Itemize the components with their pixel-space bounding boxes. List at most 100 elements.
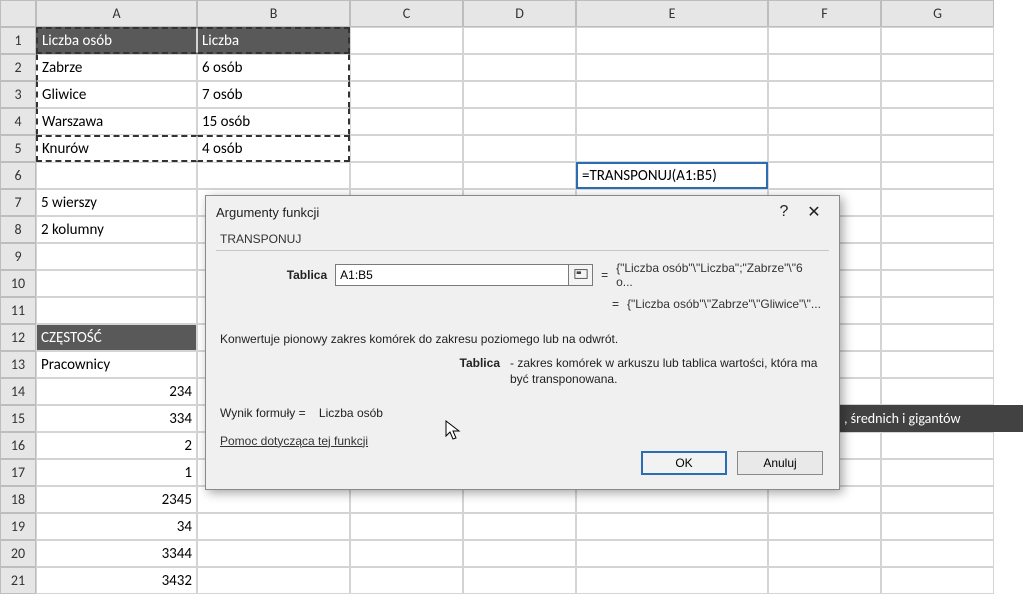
cell-G14[interactable] xyxy=(881,378,994,405)
cell-G20[interactable] xyxy=(881,540,994,567)
cell-F1[interactable] xyxy=(768,27,881,54)
cell-A11[interactable] xyxy=(36,297,197,324)
tablica-input[interactable] xyxy=(336,265,568,285)
cell-G2[interactable] xyxy=(881,54,994,81)
cell-G11[interactable] xyxy=(881,297,994,324)
row-header-14[interactable]: 14 xyxy=(0,378,36,405)
cell-C20[interactable] xyxy=(350,540,463,567)
row-header-15[interactable]: 15 xyxy=(0,405,36,432)
cell-A20[interactable]: 3344 xyxy=(36,540,197,567)
cell-G9[interactable] xyxy=(881,243,994,270)
cell-C18[interactable] xyxy=(350,486,463,513)
column-header-B[interactable]: B xyxy=(197,0,350,27)
cell-F3[interactable] xyxy=(768,81,881,108)
cell-A10[interactable] xyxy=(36,270,197,297)
cell-C6[interactable] xyxy=(350,162,463,189)
cell-E5[interactable] xyxy=(576,135,768,162)
row-header-12[interactable]: 12 xyxy=(0,324,36,351)
row-header-10[interactable]: 10 xyxy=(0,270,36,297)
cell-E1[interactable] xyxy=(576,27,768,54)
cell-A2[interactable]: Zabrze xyxy=(36,54,197,81)
cell-F6[interactable] xyxy=(768,162,881,189)
column-header-D[interactable]: D xyxy=(463,0,576,27)
cell-D21[interactable] xyxy=(463,567,576,594)
cell-A9[interactable] xyxy=(36,243,197,270)
cell-A21[interactable]: 3432 xyxy=(36,567,197,594)
row-header-18[interactable]: 18 xyxy=(0,486,36,513)
cell-B6[interactable] xyxy=(197,162,350,189)
cell-A16[interactable]: 2 xyxy=(36,432,197,459)
cell-A17[interactable]: 1 xyxy=(36,459,197,486)
cell-E19[interactable] xyxy=(576,513,768,540)
cell-A13[interactable]: Pracownicy xyxy=(36,351,197,378)
row-header-8[interactable]: 8 xyxy=(0,216,36,243)
row-header-16[interactable]: 16 xyxy=(0,432,36,459)
cell-G16[interactable] xyxy=(881,432,994,459)
column-header-C[interactable]: C xyxy=(350,0,463,27)
cell-E20[interactable] xyxy=(576,540,768,567)
close-button[interactable]: ✕ xyxy=(799,202,829,222)
cell-A18[interactable]: 2345 xyxy=(36,486,197,513)
cell-E2[interactable] xyxy=(576,54,768,81)
cell-F2[interactable] xyxy=(768,54,881,81)
row-header-6[interactable]: 6 xyxy=(0,162,36,189)
row-header-3[interactable]: 3 xyxy=(0,81,36,108)
cell-G6[interactable] xyxy=(881,162,994,189)
row-header-1[interactable]: 1 xyxy=(0,27,36,54)
cell-A6[interactable] xyxy=(36,162,197,189)
cell-G12[interactable] xyxy=(881,324,994,351)
cell-F20[interactable] xyxy=(768,540,881,567)
cell-B19[interactable] xyxy=(197,513,350,540)
row-header-2[interactable]: 2 xyxy=(0,54,36,81)
cell-B4[interactable]: 15 osób xyxy=(197,108,350,135)
cell-A15[interactable]: 334 xyxy=(36,405,197,432)
row-header-20[interactable]: 20 xyxy=(0,540,36,567)
cell-C1[interactable] xyxy=(350,27,463,54)
cell-B20[interactable] xyxy=(197,540,350,567)
row-header-11[interactable]: 11 xyxy=(0,297,36,324)
cell-G13[interactable] xyxy=(881,351,994,378)
cell-F4[interactable] xyxy=(768,108,881,135)
ok-button[interactable]: OK xyxy=(641,451,727,475)
cell-C2[interactable] xyxy=(350,54,463,81)
cell-D19[interactable] xyxy=(463,513,576,540)
cell-A4[interactable]: Warszawa xyxy=(36,108,197,135)
cell-D20[interactable] xyxy=(463,540,576,567)
cell-G8[interactable] xyxy=(881,216,994,243)
cell-C3[interactable] xyxy=(350,81,463,108)
cell-B21[interactable] xyxy=(197,567,350,594)
cell-B2[interactable]: 6 osób xyxy=(197,54,350,81)
function-help-link[interactable]: Pomoc dotycząca tej funkcji xyxy=(220,434,368,448)
cell-G1[interactable] xyxy=(881,27,994,54)
column-header-E[interactable]: E xyxy=(576,0,768,27)
row-header-7[interactable]: 7 xyxy=(0,189,36,216)
cell-A19[interactable]: 34 xyxy=(36,513,197,540)
cell-C19[interactable] xyxy=(350,513,463,540)
cell-G7[interactable] xyxy=(881,189,994,216)
cell-E4[interactable] xyxy=(576,108,768,135)
cell-D3[interactable] xyxy=(463,81,576,108)
cell-E6[interactable]: =TRANSPONUJ(A1:B5) xyxy=(576,162,768,189)
cell-D2[interactable] xyxy=(463,54,576,81)
column-header-A[interactable]: A xyxy=(36,0,197,27)
cell-A1[interactable]: Liczba osób xyxy=(36,27,197,54)
cell-B3[interactable]: 7 osób xyxy=(197,81,350,108)
cancel-button[interactable]: Anuluj xyxy=(737,451,823,475)
cell-G18[interactable] xyxy=(881,486,994,513)
cell-E3[interactable] xyxy=(576,81,768,108)
row-header-21[interactable]: 21 xyxy=(0,567,36,594)
cell-G21[interactable] xyxy=(881,567,994,594)
row-header-19[interactable]: 19 xyxy=(0,513,36,540)
cell-A8[interactable]: 2 kolumny xyxy=(36,216,197,243)
cell-C4[interactable] xyxy=(350,108,463,135)
cell-D5[interactable] xyxy=(463,135,576,162)
cell-G10[interactable] xyxy=(881,270,994,297)
cell-G4[interactable] xyxy=(881,108,994,135)
column-header-F[interactable]: F xyxy=(768,0,881,27)
row-header-17[interactable]: 17 xyxy=(0,459,36,486)
row-header-9[interactable]: 9 xyxy=(0,243,36,270)
help-button[interactable]: ? xyxy=(769,203,799,221)
row-header-4[interactable]: 4 xyxy=(0,108,36,135)
cell-D1[interactable] xyxy=(463,27,576,54)
cell-B5[interactable]: 4 osób xyxy=(197,135,350,162)
